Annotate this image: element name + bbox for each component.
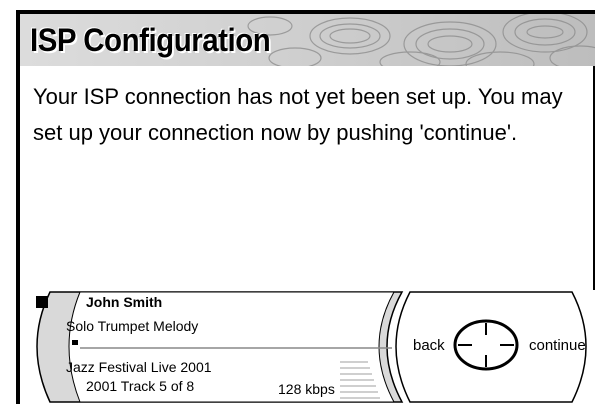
track-info: 2001 Track 5 of 8 xyxy=(86,378,195,394)
stop-icon xyxy=(36,296,48,308)
continue-button[interactable]: continue xyxy=(529,337,586,354)
back-button[interactable]: back xyxy=(413,337,445,354)
album-name: Jazz Festival Live 2001 xyxy=(66,359,212,375)
title-banner: ISP Configuration xyxy=(20,14,595,66)
progress-indicator xyxy=(72,340,79,345)
dpad-crosshair-icon[interactable] xyxy=(452,318,520,372)
setup-message: Your ISP connection has not yet been set… xyxy=(33,84,563,145)
isp-config-screen: ISP Configuration Your ISP connection ha… xyxy=(0,0,595,404)
bitrate-label: 128 kbps xyxy=(278,381,335,397)
media-player-bar: John Smith Solo Trumpet Melody Jazz Fest… xyxy=(20,288,595,404)
page-title: ISP Configuration xyxy=(30,22,271,58)
artist-name: John Smith xyxy=(86,294,163,310)
track-title: Solo Trumpet Melody xyxy=(66,318,199,334)
